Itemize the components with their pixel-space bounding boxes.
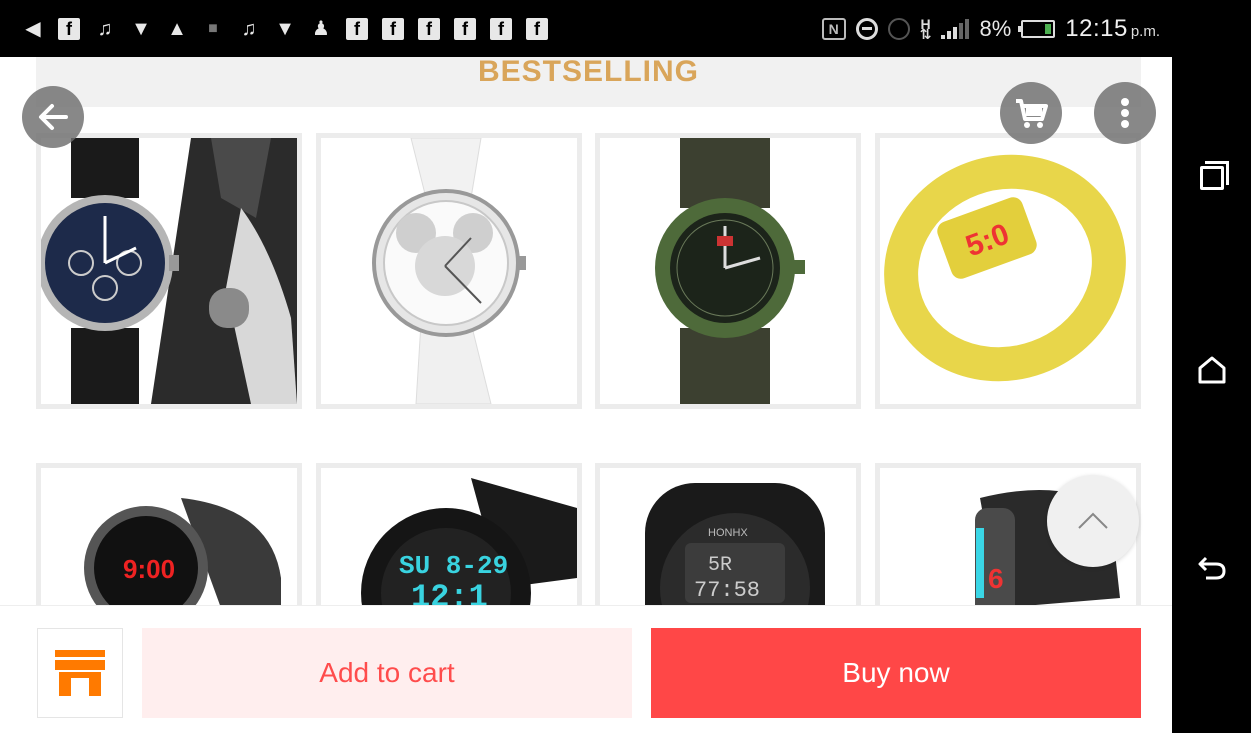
chevron-up-icon <box>1078 512 1108 529</box>
shield-icon: ▼ <box>275 17 295 40</box>
recent-apps-button[interactable] <box>1192 158 1232 198</box>
svg-text:77:58: 77:58 <box>694 578 760 603</box>
battery-icon <box>1018 19 1056 38</box>
clock: 12:15 p.m. <box>1065 15 1160 43</box>
cart-button[interactable] <box>1000 82 1062 144</box>
svg-text:HONHX: HONHX <box>708 527 748 539</box>
product-card-3[interactable] <box>595 133 861 409</box>
do-not-disturb-icon <box>855 17 878 40</box>
app-content: BESTSELLING 5:0 9:00 SU 8-29 12:1 HONHX … <box>0 57 1172 733</box>
facebook-icon: f <box>418 17 440 40</box>
svg-text:5R: 5R <box>708 554 732 577</box>
product-card-1[interactable] <box>36 133 302 409</box>
facebook-icon: f <box>58 17 80 40</box>
shopping-cart-icon <box>1016 99 1048 128</box>
back-button[interactable] <box>22 86 84 148</box>
nfc-icon: N <box>821 17 846 40</box>
product-card-4[interactable]: 5:0 <box>875 133 1141 409</box>
home-button[interactable] <box>1192 350 1232 390</box>
led-display-text: 9:00 <box>123 554 175 584</box>
alarm-icon <box>887 17 910 40</box>
scroll-to-top-button[interactable] <box>1047 475 1139 567</box>
facebook-icon: f <box>454 17 476 40</box>
buy-now-button[interactable]: Buy now <box>651 628 1141 718</box>
system-status: N H ⇅ 8% 12:15 p.m. <box>821 0 1160 57</box>
store-icon <box>55 650 105 696</box>
facebook-icon: f <box>382 17 404 40</box>
vertical-dots-icon <box>1121 98 1129 128</box>
home-icon <box>1198 356 1226 384</box>
clock-time: 12:15 <box>1065 14 1128 42</box>
military-green-watch-icon <box>600 138 856 404</box>
music-icon: ♫ <box>97 17 113 40</box>
facebook-icon: f <box>490 17 512 40</box>
battery-percent: 8% <box>979 15 1012 41</box>
camera-icon: ■ <box>208 19 218 37</box>
add-user-icon: ♟ <box>312 17 330 40</box>
bottom-action-bar: Add to cart Buy now <box>0 605 1172 733</box>
notification-icons: ◀ f ♫ ▼ ▲ ■ ♫ ▼ ♟ f f f f f f <box>22 17 548 40</box>
mickey-silver-watch-icon <box>321 138 577 404</box>
section-title: BESTSELLING <box>477 57 699 88</box>
more-options-button[interactable] <box>1094 82 1156 144</box>
status-bar: ◀ f ♫ ▼ ▲ ■ ♫ ▼ ♟ f f f f f f N H ⇅ 8% 1… <box>0 0 1172 57</box>
system-back-button[interactable] <box>1192 546 1232 586</box>
music-icon: ♫ <box>241 17 257 40</box>
system-nav-bar <box>1172 0 1251 733</box>
chat-plus-icon: ◀ <box>25 17 41 40</box>
analog-leather-watch-icon <box>41 138 297 404</box>
screen: ◀ f ♫ ▼ ▲ ■ ♫ ▼ ♟ f f f f f f N H ⇅ 8% 1… <box>0 0 1251 733</box>
warning-icon: ▲ <box>167 17 187 40</box>
back-arrow-icon <box>1198 556 1226 580</box>
arrow-left-icon <box>39 104 68 130</box>
yellow-led-bracelet-icon: 5:0 <box>880 138 1136 404</box>
svg-text:6: 6 <box>988 563 1004 594</box>
signal-icon <box>941 18 970 39</box>
data-arrows-icon: H ⇅ <box>919 15 932 42</box>
facebook-icon: f <box>346 17 368 40</box>
shield-icon: ▼ <box>131 17 151 40</box>
svg-text:SU 8-29: SU 8-29 <box>399 551 508 581</box>
recent-apps-icon <box>1200 161 1229 190</box>
clock-ampm: p.m. <box>1130 22 1160 40</box>
facebook-icon: f <box>526 17 548 40</box>
store-button[interactable] <box>37 628 123 718</box>
product-card-2[interactable] <box>316 133 582 409</box>
section-header: BESTSELLING <box>36 57 1141 107</box>
add-to-cart-button[interactable]: Add to cart <box>142 628 632 718</box>
